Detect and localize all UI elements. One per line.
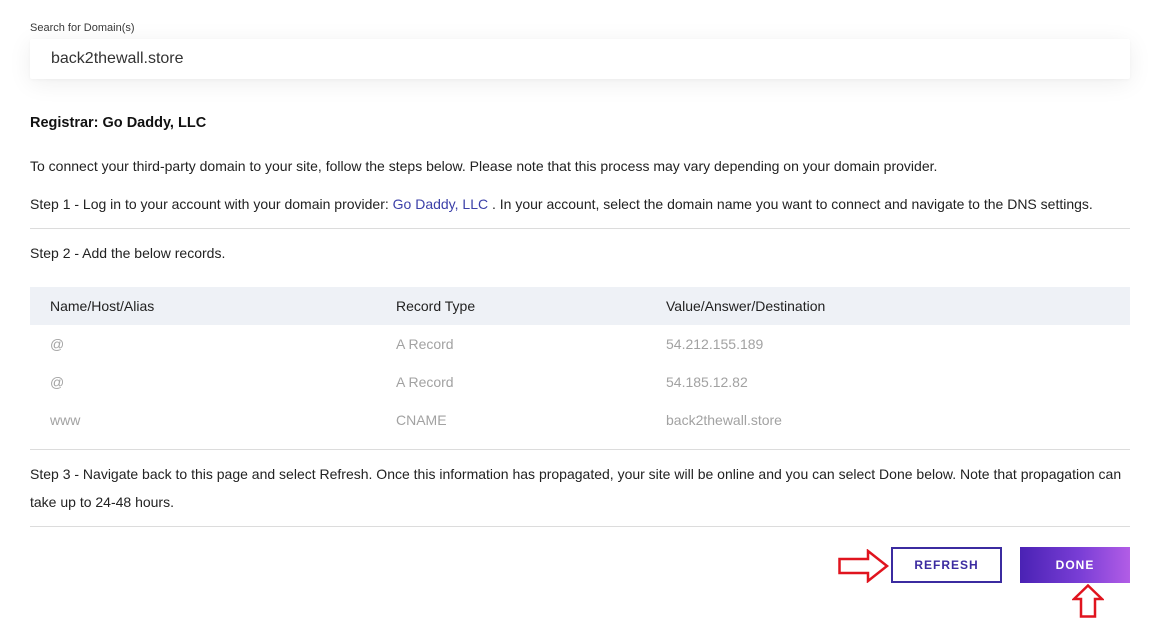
- divider: [30, 449, 1130, 450]
- dns-connect-page: Search for Domain(s) Registrar: Go Daddy…: [0, 0, 1165, 618]
- table-row: @ A Record 54.185.12.82: [30, 363, 1130, 401]
- record-type: CNAME: [396, 412, 447, 428]
- record-name: @: [50, 374, 65, 390]
- divider: [30, 526, 1130, 527]
- registrar-link[interactable]: Go Daddy, LLC: [393, 196, 488, 212]
- registrar-label: Registrar:: [30, 115, 99, 131]
- table-row: @ A Record 54.212.155.189: [30, 325, 1130, 363]
- step-3-text: Step 3 - Navigate back to this page and …: [30, 466, 1122, 510]
- step-1-text: Step 1 - Log in to your account with you…: [30, 190, 1130, 218]
- step-1-prefix: Step 1 - Log in to your account with you…: [30, 196, 389, 212]
- registrar-value: Go Daddy, LLC: [102, 115, 207, 131]
- done-button[interactable]: DONE: [1020, 547, 1130, 583]
- record-value: 54.185.12.82: [666, 374, 748, 390]
- record-name: www: [50, 412, 81, 428]
- arrow-right-icon: [838, 549, 890, 583]
- header-value-destination: Value/Answer/Destination: [666, 298, 826, 314]
- table-row: www CNAME back2thewall.store: [30, 401, 1130, 439]
- intro-text: To connect your third-party domain to yo…: [30, 158, 938, 174]
- dns-records-table: Name/Host/Alias Record Type Value/Answer…: [30, 287, 1130, 439]
- step-1-suffix: . In your account, select the domain nam…: [492, 196, 1093, 212]
- domain-search-input[interactable]: [30, 39, 1130, 79]
- header-record-type: Record Type: [396, 298, 476, 314]
- step-2-text: Step 2 - Add the below records.: [30, 245, 226, 261]
- header-name-host-alias: Name/Host/Alias: [50, 298, 155, 314]
- table-header-row: Name/Host/Alias Record Type Value/Answer…: [30, 287, 1130, 325]
- arrow-up-icon: [1072, 584, 1104, 618]
- record-name: @: [50, 336, 65, 352]
- record-type: A Record: [396, 336, 454, 352]
- search-box: [30, 39, 1130, 79]
- record-type: A Record: [396, 374, 454, 390]
- divider: [30, 228, 1130, 229]
- record-value: back2thewall.store: [666, 412, 782, 428]
- search-label: Search for Domain(s): [30, 22, 135, 34]
- registrar-line: Registrar: Go Daddy, LLC: [30, 115, 206, 131]
- refresh-button[interactable]: REFRESH: [891, 547, 1002, 583]
- record-value: 54.212.155.189: [666, 336, 764, 352]
